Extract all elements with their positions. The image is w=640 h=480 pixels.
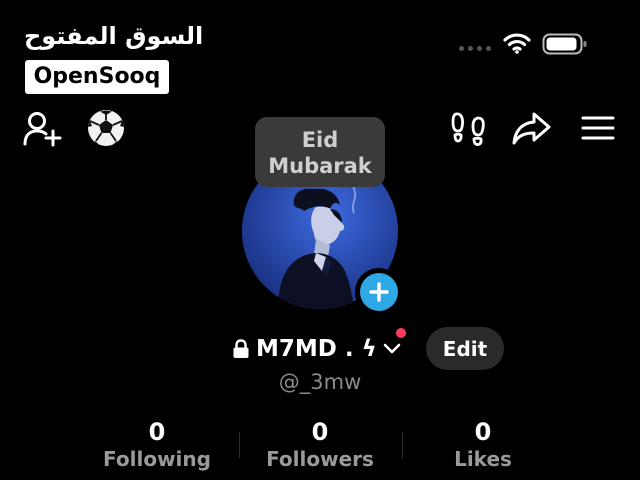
stat-likes-label: Likes bbox=[454, 447, 512, 471]
plus-icon bbox=[369, 282, 389, 302]
share-icon[interactable] bbox=[512, 110, 552, 146]
battery-icon bbox=[542, 33, 587, 55]
stat-followers-count: 0 bbox=[311, 418, 329, 446]
stat-followers[interactable]: 0 Followers bbox=[250, 418, 390, 472]
profile-username: @_3mw bbox=[278, 370, 362, 394]
wifi-icon bbox=[503, 33, 531, 54]
signal-strength-icon bbox=[459, 46, 491, 51]
stat-following-count: 0 bbox=[148, 418, 166, 446]
tooltip-line-2: Mubarak bbox=[268, 154, 372, 178]
stat-divider bbox=[402, 432, 403, 458]
edit-profile-button[interactable]: Edit bbox=[426, 327, 504, 370]
hamburger-menu-icon[interactable] bbox=[581, 114, 615, 142]
stat-followers-label: Followers bbox=[266, 447, 374, 471]
profile-name: M7MD . ϟ bbox=[256, 336, 377, 362]
add-user-icon[interactable] bbox=[22, 110, 64, 148]
add-avatar-button[interactable] bbox=[355, 268, 403, 316]
footprints-icon[interactable] bbox=[450, 110, 486, 146]
notification-dot bbox=[396, 328, 406, 338]
stat-likes[interactable]: 0 Likes bbox=[413, 418, 553, 472]
lock-icon bbox=[233, 339, 249, 358]
tooltip-bubble: Eid Mubarak bbox=[255, 117, 385, 187]
tooltip-line-1: Eid bbox=[301, 128, 339, 152]
stat-divider bbox=[239, 432, 240, 458]
profile-name-switcher[interactable]: M7MD . ϟ bbox=[232, 332, 401, 366]
soccer-ball-icon[interactable] bbox=[86, 108, 126, 148]
stat-following[interactable]: 0 Following bbox=[87, 418, 227, 472]
stat-likes-count: 0 bbox=[474, 418, 492, 446]
watermark-arabic-text: السوق المفتوح bbox=[24, 22, 204, 50]
stat-following-label: Following bbox=[103, 447, 211, 471]
chevron-down-icon bbox=[383, 343, 401, 354]
watermark-brand-badge: OpenSooq bbox=[25, 60, 169, 94]
